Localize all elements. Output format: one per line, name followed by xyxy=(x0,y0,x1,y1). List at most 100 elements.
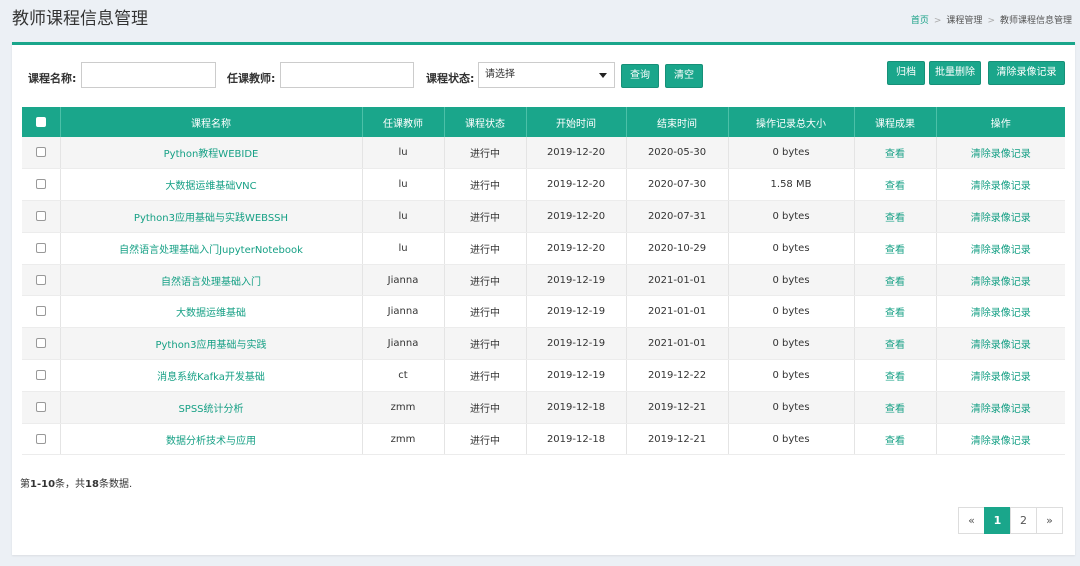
breadcrumb: 首页 > 课程管理 > 教师课程信息管理 xyxy=(911,13,1072,26)
clear-video-record-link[interactable]: 清除录像记录 xyxy=(936,200,1065,233)
breadcrumb-course-management[interactable]: 课程管理 xyxy=(946,16,982,26)
row-select-cell[interactable] xyxy=(22,391,61,424)
course-name-link[interactable]: 数据分析技术与应用 xyxy=(60,423,363,456)
start-time-cell: 2019-12-18 xyxy=(526,391,627,424)
pagination-prev-button[interactable]: « xyxy=(958,507,985,534)
view-result-link[interactable]: 查看 xyxy=(854,327,937,361)
course-name-link[interactable]: 大数据运维基础 xyxy=(60,295,363,329)
record-size-cell: 0 bytes xyxy=(728,137,855,170)
chevron-down-icon xyxy=(599,73,607,78)
row-select-cell[interactable] xyxy=(22,264,61,297)
record-size-cell: 0 bytes xyxy=(728,423,855,456)
summary-range: 1-10 xyxy=(30,479,56,490)
batch-delete-button[interactable]: 批量删除 xyxy=(929,61,981,85)
select-all-checkbox[interactable] xyxy=(35,116,46,127)
breadcrumb-home[interactable]: 首页 xyxy=(911,16,929,26)
course-name-link[interactable]: 大数据运维基础VNC xyxy=(60,168,363,202)
row-select-cell[interactable] xyxy=(22,359,61,392)
breadcrumb-current: 教师课程信息管理 xyxy=(999,16,1072,26)
row-select-cell[interactable] xyxy=(22,137,61,170)
record-size-cell: 0 bytes xyxy=(728,391,855,424)
teacher-cell: Jianna xyxy=(362,295,445,329)
course-name-link[interactable]: Python教程WEBIDE xyxy=(60,137,363,170)
view-result-link[interactable]: 查看 xyxy=(854,391,937,424)
course-name-input[interactable] xyxy=(81,62,216,88)
pagination-page-1[interactable]: 1 xyxy=(984,507,1011,534)
row-checkbox[interactable] xyxy=(35,147,46,158)
course-name-link[interactable]: 自然语言处理基础入门 xyxy=(60,264,363,297)
course-name-link[interactable]: 自然语言处理基础入门JupyterNotebook xyxy=(60,232,363,265)
view-result-link[interactable]: 查看 xyxy=(854,232,937,265)
row-checkbox[interactable] xyxy=(35,401,46,412)
clear-video-record-link[interactable]: 清除录像记录 xyxy=(936,264,1065,297)
select-all-cell[interactable] xyxy=(22,107,61,137)
end-time-cell: 2021-01-01 xyxy=(626,295,729,329)
view-result-link[interactable]: 查看 xyxy=(854,137,937,170)
clear-video-record-link[interactable]: 清除录像记录 xyxy=(936,327,1065,361)
course-name-link[interactable]: 消息系统Kafka开发基础 xyxy=(60,359,363,392)
clear-button[interactable]: 清空 xyxy=(665,64,703,88)
table-row: 消息系统Kafka开发基础 ct 进行中 2019-12-19 2019-12-22 0 … xyxy=(22,359,1065,392)
end-time-cell: 2020-07-30 xyxy=(626,168,729,202)
teacher-cell: Jianna xyxy=(362,264,445,297)
row-select-cell[interactable] xyxy=(22,295,61,329)
view-result-link[interactable]: 查看 xyxy=(854,359,937,392)
teacher-input[interactable] xyxy=(280,62,414,88)
row-select-cell[interactable] xyxy=(22,168,61,202)
status-cell: 进行中 xyxy=(444,264,527,297)
pagination-next-button[interactable]: » xyxy=(1036,507,1063,534)
clear-video-record-link[interactable]: 清除录像记录 xyxy=(936,168,1065,202)
main-panel: 课程名称: 任课教师: 课程状态: 请选择 查询 清空 归档 批量删除 清除录像… xyxy=(12,42,1075,555)
row-select-cell[interactable] xyxy=(22,423,61,456)
query-button[interactable]: 查询 xyxy=(621,64,659,88)
view-result-link[interactable]: 查看 xyxy=(854,423,937,456)
record-size-cell: 0 bytes xyxy=(728,295,855,329)
table-row: 大数据运维基础VNC lu 进行中 2019-12-20 2020-07-30 1.58 … xyxy=(22,168,1065,202)
start-time-cell: 2019-12-19 xyxy=(526,264,627,297)
clear-video-record-link[interactable]: 清除录像记录 xyxy=(936,232,1065,265)
clear-video-record-link[interactable]: 清除录像记录 xyxy=(936,359,1065,392)
column-header-course-name: 课程名称 xyxy=(60,107,363,137)
row-checkbox[interactable] xyxy=(35,306,46,317)
clear-video-record-link[interactable]: 清除录像记录 xyxy=(936,295,1065,329)
status-select[interactable]: 请选择 xyxy=(478,62,615,88)
clear-video-records-button[interactable]: 清除录像记录 xyxy=(988,61,1065,85)
row-checkbox[interactable] xyxy=(35,179,46,190)
pagination-page-2[interactable]: 2 xyxy=(1010,507,1037,534)
status-cell: 进行中 xyxy=(444,391,527,424)
view-result-link[interactable]: 查看 xyxy=(854,200,937,233)
record-size-cell: 1.58 MB xyxy=(728,168,855,202)
course-name-link[interactable]: SPSS统计分析 xyxy=(60,391,363,424)
status-cell: 进行中 xyxy=(444,232,527,265)
row-checkbox[interactable] xyxy=(35,210,46,221)
clear-video-record-link[interactable]: 清除录像记录 xyxy=(936,423,1065,456)
start-time-cell: 2019-12-20 xyxy=(526,200,627,233)
row-checkbox[interactable] xyxy=(35,338,46,349)
table-row: 数据分析技术与应用 zmm 进行中 2019-12-18 2019-12-21 0 byt… xyxy=(22,423,1065,456)
course-name-link[interactable]: Python3应用基础与实践 xyxy=(60,327,363,361)
end-time-cell: 2019-12-21 xyxy=(626,423,729,456)
view-result-link[interactable]: 查看 xyxy=(854,295,937,329)
status-cell: 进行中 xyxy=(444,137,527,170)
row-checkbox[interactable] xyxy=(35,274,46,285)
start-time-cell: 2019-12-20 xyxy=(526,137,627,170)
row-checkbox[interactable] xyxy=(35,369,46,380)
row-checkbox[interactable] xyxy=(35,242,46,253)
view-result-link[interactable]: 查看 xyxy=(854,168,937,202)
row-select-cell[interactable] xyxy=(22,200,61,233)
view-result-link[interactable]: 查看 xyxy=(854,264,937,297)
course-table: 课程名称 任课教师 课程状态 开始时间 结束时间 操作记录总大小 课程成果 操作… xyxy=(22,107,1065,456)
pagination-summary: 第1-10条，共18条数据. xyxy=(20,475,132,490)
row-checkbox[interactable] xyxy=(35,433,46,444)
status-select-value: 请选择 xyxy=(485,69,515,80)
row-select-cell[interactable] xyxy=(22,327,61,361)
clear-video-record-link[interactable]: 清除录像记录 xyxy=(936,391,1065,424)
column-header-start-time: 开始时间 xyxy=(526,107,627,137)
status-label: 课程状态: xyxy=(426,72,475,85)
archive-button[interactable]: 归档 xyxy=(887,61,925,85)
teacher-cell: ct xyxy=(362,359,445,392)
row-select-cell[interactable] xyxy=(22,232,61,265)
clear-video-record-link[interactable]: 清除录像记录 xyxy=(936,137,1065,170)
table-row: Python3应用基础与实践 Jianna 进行中 2019-12-19 2021-01… xyxy=(22,327,1065,361)
course-name-link[interactable]: Python3应用基础与实践WEBSSH xyxy=(60,200,363,233)
